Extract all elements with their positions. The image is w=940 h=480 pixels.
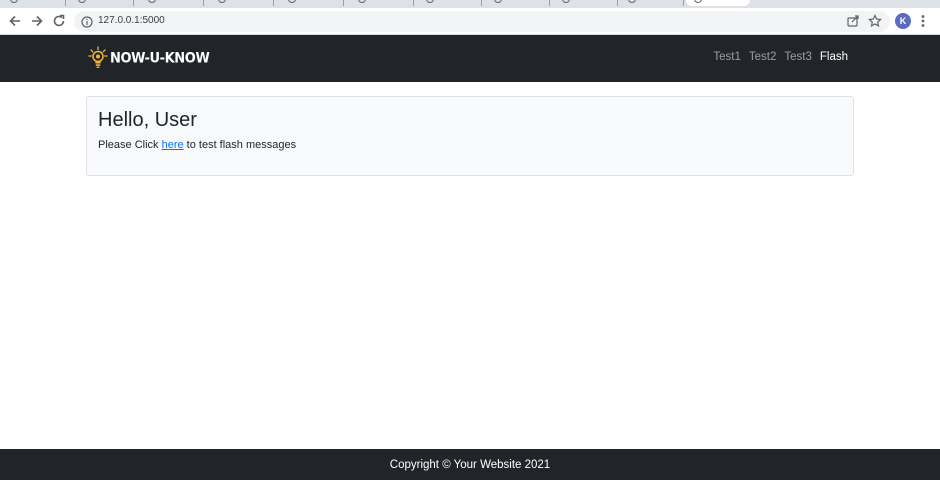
browser-tab-strip <box>0 0 940 8</box>
browser-tab[interactable] <box>70 0 134 6</box>
browser-tab[interactable] <box>620 0 684 6</box>
back-arrow-icon <box>9 15 20 27</box>
browser-tab-active[interactable] <box>686 0 750 6</box>
bookmark-star-icon[interactable] <box>867 14 883 33</box>
greeting-heading: Hello, User <box>98 109 197 131</box>
brand-name: NOW-U-KNOW <box>110 49 210 67</box>
copyright-text: Copyright © Your Website 2021 <box>389 458 551 471</box>
tab-favicon-icon <box>358 0 366 3</box>
site-navbar: NOW-U-KNOW Test1 Test2 Test3 Flash <box>0 35 940 82</box>
browser-tab[interactable] <box>2 0 66 6</box>
instruction-text: Please Click here to test flash messages <box>98 139 296 151</box>
share-icon[interactable] <box>846 14 860 33</box>
browser-tab[interactable] <box>486 0 550 6</box>
nav-link-test3[interactable]: Test3 <box>784 51 812 63</box>
welcome-card: Hello, User Please Click here to test fl… <box>86 96 854 176</box>
instruction-suffix: to test flash messages <box>183 139 297 151</box>
tab-favicon-icon <box>218 0 226 3</box>
nav-links: Test1 Test2 Test3 Flash <box>713 51 848 63</box>
address-bar[interactable]: 127.0.0.1:5000 <box>74 11 890 32</box>
address-url[interactable]: 127.0.0.1:5000 <box>98 15 165 26</box>
tab-favicon-icon <box>494 0 502 3</box>
reload-button[interactable] <box>49 11 69 31</box>
tab-favicon-icon <box>628 0 636 3</box>
nav-link-test1[interactable]: Test1 <box>713 51 741 63</box>
forward-arrow-icon <box>32 15 43 27</box>
lightbulb-logo-icon <box>88 46 108 68</box>
tab-favicon-icon <box>426 0 434 3</box>
brand-link[interactable]: NOW-U-KNOW <box>88 46 210 70</box>
tab-favicon-icon <box>694 0 702 3</box>
browser-tab[interactable] <box>418 0 482 6</box>
nav-link-test2[interactable]: Test2 <box>749 51 777 63</box>
browser-menu-icon[interactable] <box>920 14 926 33</box>
browser-tab[interactable] <box>280 0 344 6</box>
browser-tab[interactable] <box>140 0 204 6</box>
tab-favicon-icon <box>562 0 570 3</box>
browser-tab[interactable] <box>350 0 414 6</box>
nav-link-flash[interactable]: Flash <box>820 51 848 63</box>
profile-avatar[interactable]: K <box>895 13 911 29</box>
instruction-prefix: Please Click <box>98 139 162 151</box>
tab-favicon-icon <box>148 0 156 3</box>
tab-favicon-icon <box>78 0 86 3</box>
site-footer: Copyright © Your Website 2021 <box>0 449 940 480</box>
browser-toolbar: 127.0.0.1:5000 K <box>0 8 940 35</box>
tab-favicon-icon <box>288 0 296 3</box>
site-info-icon[interactable] <box>81 15 93 33</box>
back-button[interactable] <box>5 11 25 31</box>
flash-test-link[interactable]: here <box>162 139 184 151</box>
tab-favicon-icon <box>10 0 18 3</box>
browser-tab[interactable] <box>210 0 274 6</box>
browser-tab[interactable] <box>554 0 618 6</box>
reload-icon <box>53 14 65 27</box>
forward-button[interactable] <box>27 11 47 31</box>
